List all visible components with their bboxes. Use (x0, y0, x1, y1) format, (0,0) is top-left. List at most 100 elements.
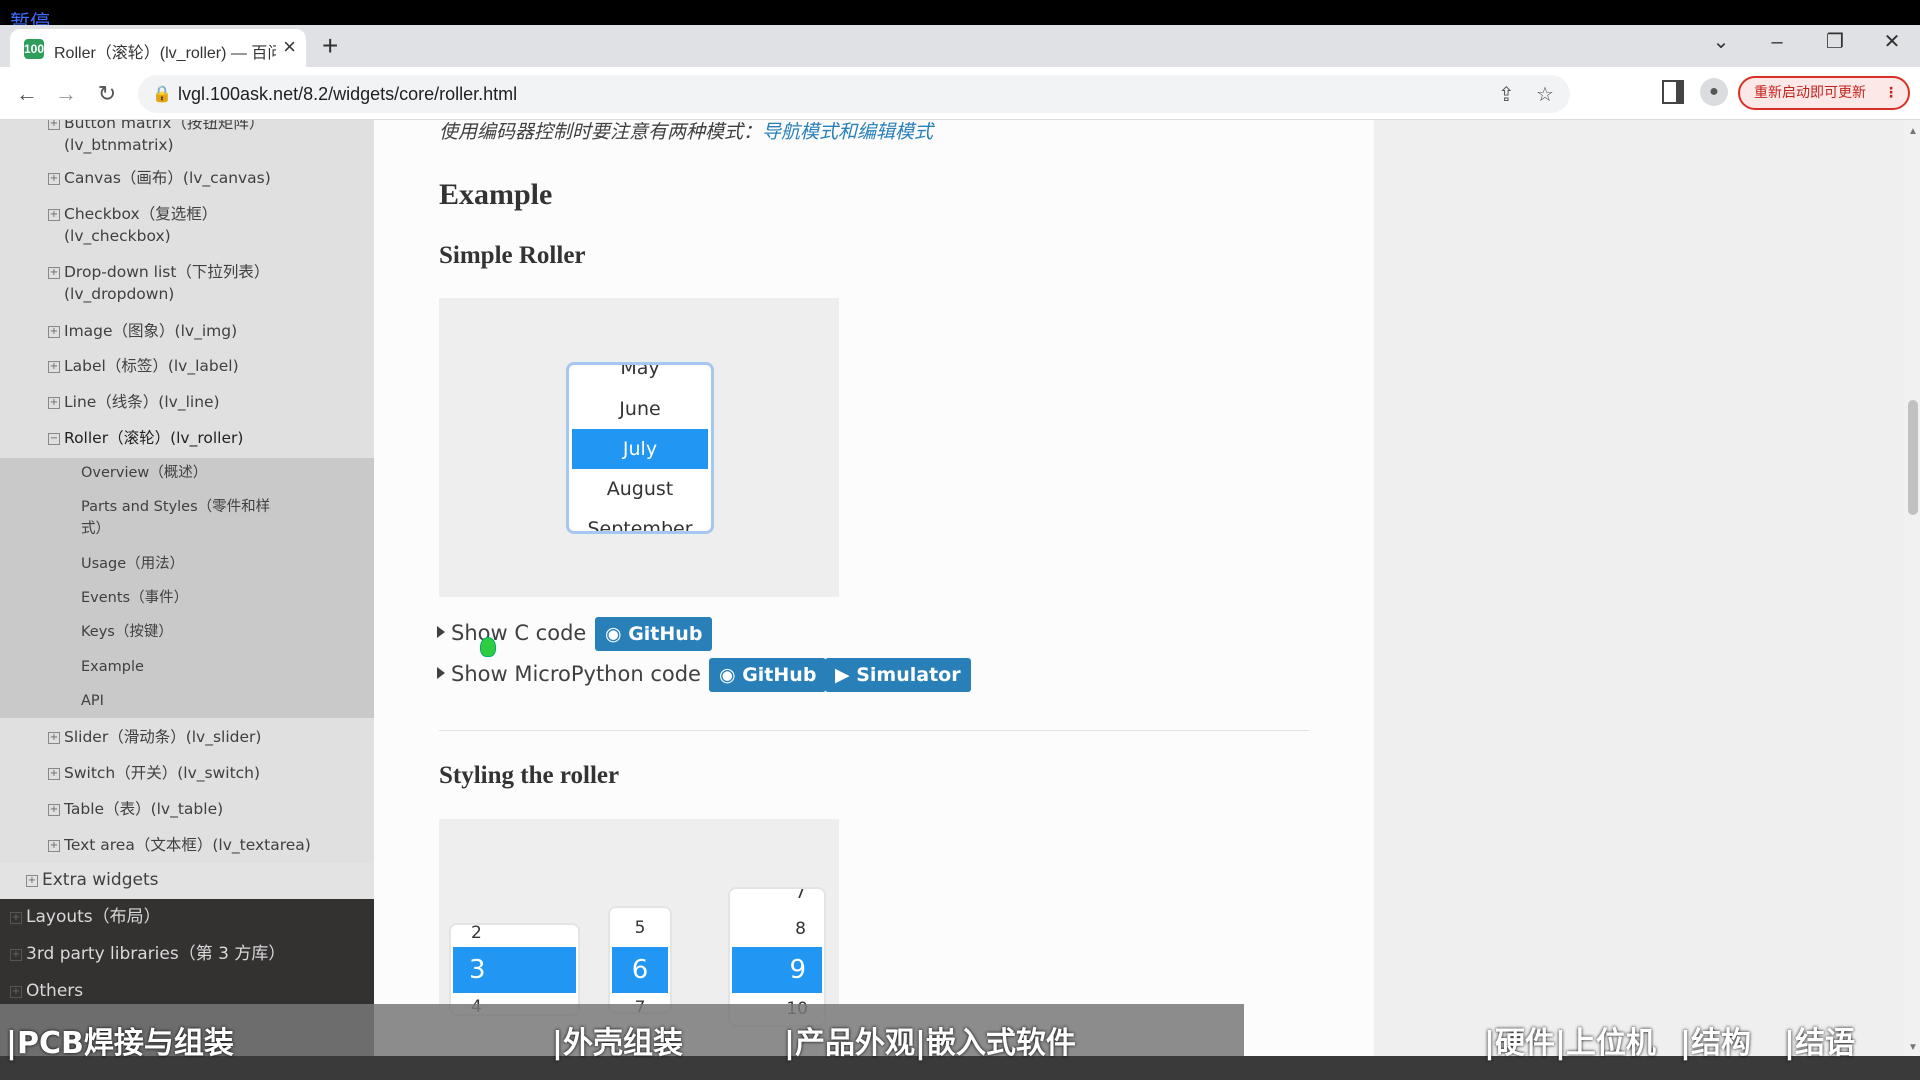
sidebar-sub-keys[interactable]: Keys（按键） (81, 621, 173, 643)
minimize-icon[interactable]: – (1762, 30, 1792, 54)
expand-icon: + (48, 267, 60, 279)
close-icon[interactable]: ✕ (1877, 30, 1907, 54)
chapter-label-ending: |结语 (1784, 1026, 1855, 1061)
example-heading: Example (439, 178, 553, 211)
expand-icon: + (48, 361, 60, 373)
sidebar-item-table[interactable]: + Table（表）(lv_table) (48, 798, 223, 820)
sidebar-sub-example[interactable]: Example (81, 656, 144, 678)
avatar-icon[interactable]: ● (1700, 78, 1728, 106)
browser-tab[interactable]: 100 Roller（滚轮）(lv_roller) — 百问 × (10, 29, 306, 67)
sidebar-item-textarea[interactable]: + Text area（文本框）(lv_textarea) (48, 834, 311, 856)
back-icon[interactable]: ← (12, 79, 42, 109)
styling-heading: Styling the roller (439, 762, 620, 789)
intro-text: 使用编码器控制时要注意有两种模式：导航模式和编辑模式 (439, 121, 934, 143)
disclosure-triangle-icon (437, 626, 445, 638)
section-divider (439, 730, 1309, 731)
roller-widget[interactable]: May June July August September (566, 362, 714, 534)
screen: { "overlay": { "pause_label": "暂停" }, "b… (0, 0, 1920, 1080)
chapter-label-appearance: |产品外观|嵌入式软件 (784, 1026, 1076, 1061)
roller-selected-option: July (622, 438, 658, 460)
right-blank-pane (1374, 120, 1904, 1080)
lock-icon[interactable]: 🔒 (152, 84, 172, 104)
chapter-label-pcb: |PCB焊接与组装 (6, 1026, 234, 1061)
expand-icon: + (48, 397, 60, 409)
styled-roller-2[interactable]: 5 6 7 (608, 906, 672, 1014)
expand-icon: + (48, 173, 60, 185)
github-icon: ◉ (719, 664, 743, 686)
sidebar-item-layouts[interactable]: + Layouts（布局） (10, 905, 161, 929)
scroll-up-icon[interactable]: ▲ (1908, 126, 1918, 137)
roller-option: August (606, 478, 674, 500)
side-panel-icon[interactable] (1662, 80, 1684, 104)
chapter-label-structure: |结构 (1680, 1026, 1751, 1061)
tab-title: Roller（滚轮）(lv_roller) — 百问 (54, 45, 276, 62)
roller-option: September (587, 518, 693, 534)
roller-selected-option: 3 (453, 947, 576, 993)
chapter-label-case: |外壳组装 (552, 1026, 683, 1061)
tab-list-icon[interactable]: ⌄ (1706, 30, 1736, 54)
favicon-icon: 100 (24, 39, 44, 59)
show-micropython-toggle[interactable]: Show MicroPython code (437, 662, 701, 686)
restore-icon[interactable]: ❐ (1820, 30, 1850, 54)
sidebar-item-slider[interactable]: + Slider（滑动条）(lv_slider) (48, 726, 261, 748)
expand-icon: + (10, 986, 22, 998)
expand-icon: + (10, 949, 22, 961)
sidebar-item-3rd-party[interactable]: +3rd party libraries（第 3 方库） (10, 942, 285, 966)
roller-option: 5 (634, 918, 646, 938)
address-bar[interactable]: 🔒 lvgl.100ask.net/8.2/widgets/core/rolle… (138, 75, 1570, 113)
play-icon: ▶ (835, 664, 857, 686)
sidebar-item-others[interactable]: + Others (10, 979, 83, 1003)
sidebar-item-extra-widgets[interactable]: + Extra widgets (26, 869, 158, 891)
sidebar-sub-usage[interactable]: Usage（用法） (81, 553, 184, 575)
forward-icon[interactable]: → (51, 79, 81, 109)
scrollbar[interactable]: ▲ ▼ (1904, 120, 1920, 1080)
sidebar-item-dropdown[interactable]: + Drop-down list（下拉列表） (lv_dropdown) (48, 261, 269, 305)
sidebar-item-line[interactable]: + Line（线条）(lv_line) (48, 391, 220, 413)
collapse-icon: − (48, 433, 60, 445)
scroll-thumb[interactable] (1908, 400, 1918, 515)
expand-icon: + (10, 912, 22, 924)
tab-close-icon[interactable]: × (283, 35, 296, 59)
roller-selected-option: 6 (612, 947, 668, 993)
intro-link[interactable]: 导航模式和编辑模式 (762, 121, 933, 143)
github-icon: ◉ (605, 623, 629, 645)
sidebar-sub-api[interactable]: API (81, 690, 104, 712)
reload-icon[interactable]: ↻ (92, 79, 122, 109)
simulator-button[interactable]: ▶ Simulator (825, 658, 971, 692)
sidebar-item-roller[interactable]: − Roller（滚轮）(lv_roller) (48, 427, 243, 449)
roller-option: 8 (795, 919, 806, 939)
sidebar-item-btnmatrix[interactable]: + Button matrix（按钮矩阵） (lv_btnmatrix) (48, 120, 264, 156)
sidebar-sub-events[interactable]: Events（事件） (81, 587, 188, 609)
styled-roller-1[interactable]: 2 3 4 (449, 923, 580, 1016)
update-button[interactable]: 重新启动即可更新 ⋮ (1738, 76, 1910, 110)
mouse-cursor-icon (480, 637, 496, 657)
sidebar-item-checkbox[interactable]: + Checkbox（复选框） (lv_checkbox) (48, 203, 217, 247)
show-c-code-toggle[interactable]: Show C code (437, 621, 586, 645)
expand-icon: + (48, 840, 60, 852)
expand-icon: + (48, 120, 60, 130)
expand-icon: + (48, 804, 60, 816)
sidebar-sub-parts[interactable]: Parts and Styles（零件和样 式） (81, 496, 270, 540)
expand-icon: + (48, 732, 60, 744)
roller-selected-option: 9 (732, 947, 822, 993)
expand-icon: + (48, 326, 60, 338)
sidebar-item-image[interactable]: + Image（图象）(lv_img) (48, 320, 237, 342)
scroll-down-icon[interactable]: ▼ (1908, 1042, 1918, 1053)
new-tab-button[interactable]: + (322, 30, 338, 62)
github-button-py[interactable]: ◉ GitHub (709, 658, 827, 692)
roller-option: May (620, 362, 660, 379)
github-button-c[interactable]: ◉ GitHub (595, 617, 713, 651)
sidebar-sub-overview[interactable]: Overview（概述） (81, 462, 207, 484)
sidebar-item-canvas[interactable]: + Canvas（画布）(lv_canvas) (48, 167, 271, 189)
navigation-bar: ← → ↻ 🔒 lvgl.100ask.net/8.2/widgets/core… (0, 67, 1920, 120)
url-text[interactable]: lvgl.100ask.net/8.2/widgets/core/roller.… (178, 84, 517, 105)
star-icon[interactable]: ☆ (1536, 82, 1554, 107)
share-icon[interactable]: ⇪ (1498, 82, 1515, 107)
sidebar-item-switch[interactable]: + Switch（开关）(lv_switch) (48, 762, 260, 784)
roller-option: June (619, 398, 661, 420)
roller-option: 7 (795, 887, 806, 903)
roller-option: 2 (471, 923, 482, 943)
sidebar-item-label[interactable]: + Label（标签）(lv_label) (48, 355, 239, 377)
expand-icon: + (48, 209, 60, 221)
sidebar: + Button matrix（按钮矩阵） (lv_btnmatrix) + Canv… (0, 120, 374, 1080)
